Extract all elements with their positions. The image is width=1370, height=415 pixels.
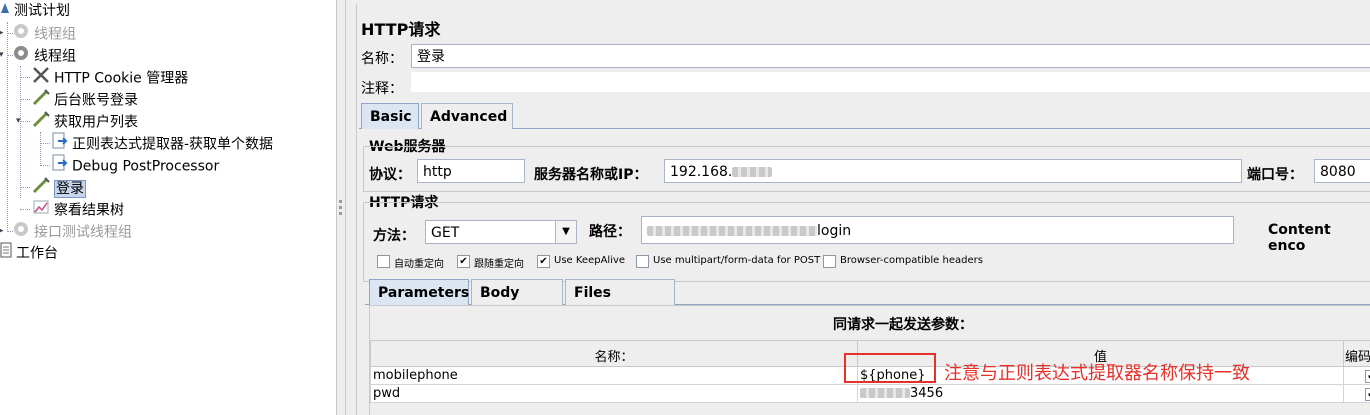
tree-item-results-tree[interactable]: 察看结果树 [32, 198, 124, 220]
param-value-cell[interactable]: 3456 [857, 384, 1344, 403]
multipart-checkbox[interactable] [636, 255, 649, 268]
server-field[interactable]: 192.168. [664, 159, 1242, 183]
gear-icon [12, 44, 30, 69]
tree-item-thread-group-disabled[interactable]: 线程组 [12, 22, 76, 44]
collapse-handle-icon[interactable]: ▾ [0, 50, 4, 60]
expand-handle-icon[interactable]: ▸ [0, 226, 4, 236]
multipart-label: Use multipart/form-data for POST [653, 255, 821, 266]
follow-redirect-checkbox[interactable]: ✔ [457, 255, 470, 268]
server-label: 服务器名称或IP： [534, 167, 648, 183]
content-encoding-label: Content enco [1268, 222, 1331, 254]
tab-advanced[interactable]: Advanced [421, 103, 513, 129]
tree-item-admin-login[interactable]: 后台账号登录 [32, 88, 138, 110]
tree-item-test-plan[interactable]: 测试计划 [0, 0, 70, 22]
port-label: 端口号： [1247, 167, 1303, 183]
tab-parameters[interactable]: Parameters [369, 279, 469, 305]
name-label: 名称： [361, 51, 403, 67]
method-label: 方法： [373, 228, 415, 244]
panel-inset: HTTP请求 名称： 登录 注释： Basic Advanced Web服务器 … [356, 4, 1370, 415]
encode-checkbox[interactable]: ✔ [1365, 370, 1370, 383]
tree-item-workbench[interactable]: 工作台 [0, 242, 58, 264]
splitter-grip [339, 212, 342, 215]
pane-splitter[interactable] [336, 0, 346, 415]
browser-headers-label: Browser-compatible headers [840, 255, 983, 266]
keepalive-label: Use KeepAlive [554, 255, 626, 266]
tab-basic[interactable]: Basic [361, 103, 419, 129]
method-select[interactable]: GET ▼ [425, 220, 577, 244]
follow-redirect-label: 跟随重定向 [474, 259, 524, 270]
highlight-box [844, 353, 936, 383]
method-value: GET [431, 225, 460, 241]
http-request-panel: HTTP请求 名称： 登录 注释： Basic Advanced Web服务器 … [346, 0, 1370, 415]
params-caption: 同请求一起发送参数： [833, 317, 973, 333]
protocol-label: 协议： [369, 167, 411, 183]
param-encode-cell[interactable]: ✔ [1343, 366, 1370, 385]
comment-field[interactable] [411, 72, 1370, 92]
redacted-block [732, 167, 773, 177]
encode-checkbox[interactable]: ✔ [1365, 388, 1370, 401]
browser-headers-checkbox[interactable] [823, 255, 836, 268]
tree-item-cookie-manager[interactable]: HTTP Cookie 管理器 [32, 66, 188, 88]
table-row[interactable]: pwd 3456 ✔ [370, 384, 1370, 403]
http-sampler-icon [32, 110, 50, 135]
tree-item-user-list[interactable]: 获取用户列表 [32, 110, 138, 132]
param-value: 3456 [910, 385, 944, 401]
collapse-handle-icon[interactable]: ▾ [16, 116, 21, 126]
keepalive-checkbox[interactable]: ✔ [537, 255, 550, 268]
tree-item-api-thread-group[interactable]: 接口测试线程组 [12, 220, 132, 242]
path-label: 路径： [589, 224, 631, 240]
splitter-grip [339, 200, 342, 203]
path-value: login [817, 223, 852, 239]
param-name-cell[interactable]: pwd [370, 384, 858, 403]
tree-item-regex-extractor[interactable]: 正则表达式提取器-获取单个数据 [52, 132, 273, 154]
tab-files-upload[interactable]: Files Upload [565, 279, 675, 327]
port-field[interactable]: 8080 [1314, 159, 1370, 183]
redacted-block [647, 226, 817, 236]
param-name-cell[interactable]: mobilephone [370, 366, 858, 385]
workbench-icon [0, 242, 12, 265]
splitter-grip [339, 206, 342, 209]
tree-item-login[interactable]: 登录 [32, 176, 86, 198]
redacted-block [860, 388, 910, 398]
chevron-down-icon[interactable]: ▼ [555, 221, 576, 243]
protocol-field[interactable]: http [417, 159, 525, 183]
param-encode-cell[interactable]: ✔ [1343, 384, 1370, 403]
tab-body-data[interactable]: Body Data [471, 279, 563, 327]
annotation-text: 注意与正则表达式提取器名称保持一致 [944, 363, 1250, 384]
comment-label: 注释： [361, 81, 403, 97]
auto-redirect-label: 自动重定向 [394, 259, 444, 270]
column-header-encode[interactable]: 编码 [1343, 340, 1370, 367]
name-field[interactable]: 登录 [411, 44, 1370, 68]
server-value: 192.168. [670, 164, 733, 180]
test-plan-icon [0, 0, 10, 22]
tree-item-debug-postprocessor[interactable]: Debug PostProcessor [52, 154, 219, 176]
expand-handle-icon[interactable]: ▸ [0, 28, 4, 38]
test-plan-tree: ▸ ▾ ▾ ▸ 测试计划 线程组 线程组 HTTP Cookie 管理器 后台账… [0, 0, 336, 415]
auto-redirect-checkbox[interactable] [377, 255, 390, 268]
panel-title: HTTP请求 [361, 20, 441, 39]
column-header-name[interactable]: 名称： [370, 340, 858, 367]
tree-item-thread-group[interactable]: 线程组 [12, 44, 76, 66]
path-field[interactable]: login [641, 216, 1234, 244]
